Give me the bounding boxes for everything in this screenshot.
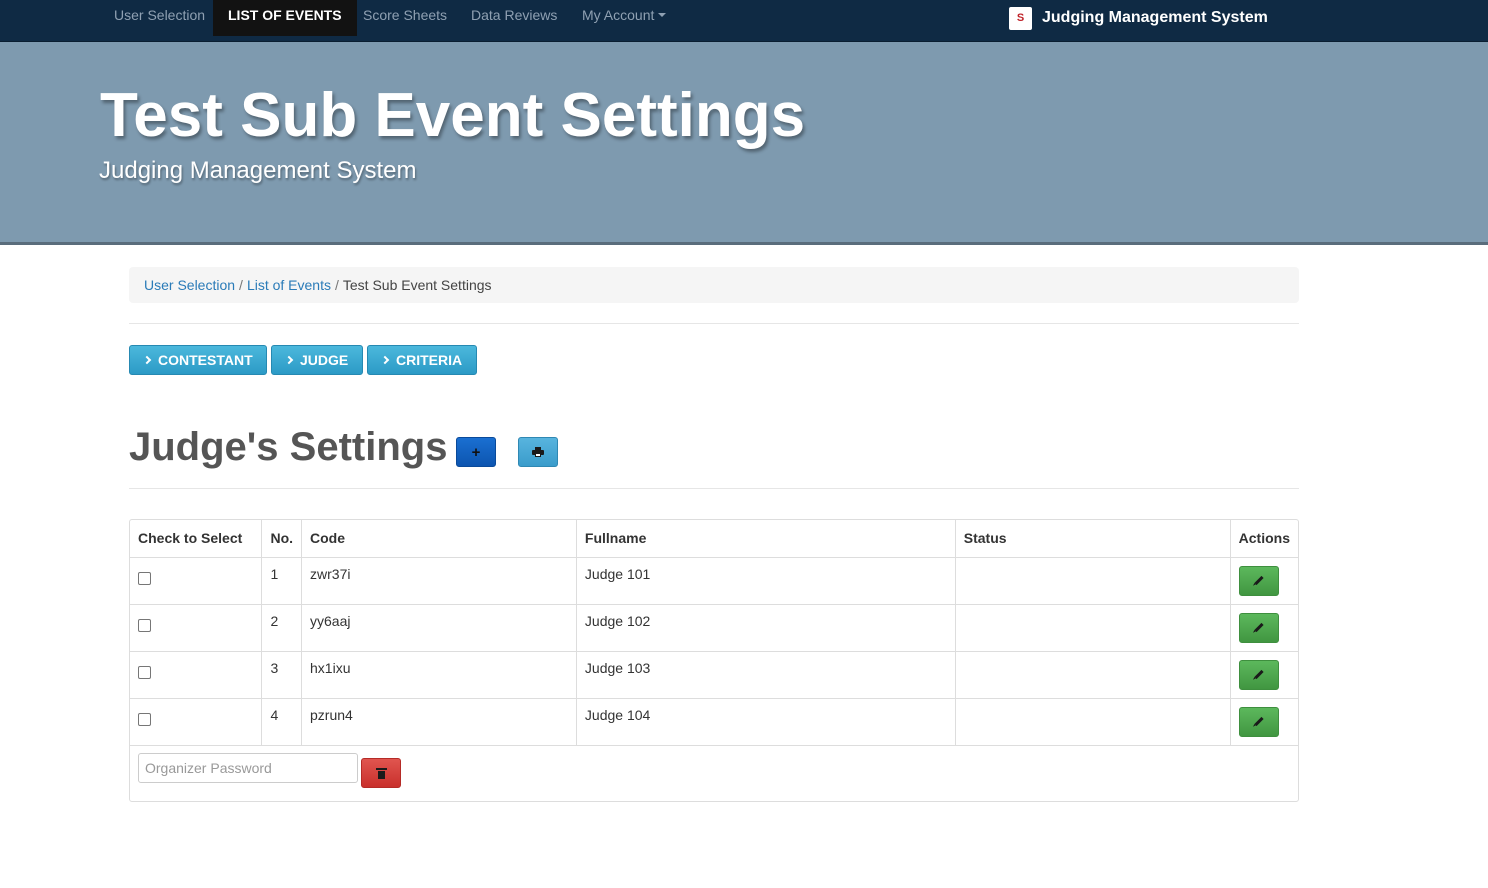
add-judge-button[interactable]: +: [456, 437, 496, 467]
edit-button[interactable]: [1238, 706, 1279, 737]
judges-table-panel: Check to Select No. Code Fullname Status…: [129, 519, 1299, 802]
header-code: Code: [301, 520, 577, 558]
cell-status: [955, 604, 1231, 652]
pencil-icon: [1254, 622, 1264, 633]
cell-status: [955, 651, 1231, 699]
delete-button[interactable]: [361, 758, 401, 788]
brand-name: Judging Management System: [1042, 9, 1268, 26]
cell-fullname: Judge 102: [576, 604, 956, 652]
edit-button[interactable]: [1238, 565, 1279, 596]
cell-fullname: Judge 104: [576, 698, 956, 746]
print-icon: [532, 447, 544, 457]
nav-user-selection[interactable]: User Selection: [99, 0, 220, 36]
contestant-button-label: CONTESTANT: [158, 352, 253, 368]
edit-button[interactable]: [1238, 612, 1279, 643]
divider: [129, 488, 1299, 489]
pencil-icon: [1254, 669, 1264, 680]
cell-code: hx1ixu: [301, 651, 577, 699]
print-button[interactable]: [518, 437, 558, 467]
plus-icon: +: [471, 443, 481, 461]
chevron-right-icon: [142, 355, 152, 365]
pencil-icon: [1254, 716, 1264, 727]
header-check: Check to Select: [130, 520, 263, 558]
cell-no: 1: [261, 557, 303, 605]
cell-fullname: Judge 101: [576, 557, 956, 605]
header-status: Status: [955, 520, 1231, 558]
judges-table: Check to Select No. Code Fullname Status…: [130, 520, 1298, 746]
nav-score-sheets[interactable]: Score Sheets: [348, 0, 462, 36]
trash-icon: [375, 767, 387, 779]
chevron-right-icon: [380, 355, 390, 365]
breadcrumb: User Selection / List of Events / Test Sub E…: [129, 267, 1299, 303]
edit-button[interactable]: [1238, 659, 1279, 690]
table-row: 3 hx1ixu Judge 103: [130, 651, 1298, 699]
nav-my-account[interactable]: My Account: [567, 0, 681, 36]
section-heading: Judge's Settings: [129, 425, 448, 469]
cell-code: yy6aaj: [301, 604, 577, 652]
cell-no: 4: [261, 698, 303, 746]
chevron-right-icon: [284, 355, 294, 365]
criteria-button[interactable]: CRITERIA: [367, 345, 477, 375]
table-row: 2 yy6aaj Judge 102: [130, 604, 1298, 652]
divider: [129, 323, 1299, 324]
header-no: No.: [261, 520, 303, 558]
cell-code: pzrun4: [301, 698, 577, 746]
criteria-button-label: CRITERIA: [396, 352, 463, 368]
pencil-icon: [1254, 575, 1264, 586]
caret-down-icon: [658, 13, 667, 18]
contestant-button[interactable]: CONTESTANT: [129, 345, 267, 375]
table-row: 4 pzrun4 Judge 104: [130, 698, 1298, 746]
table-header-row: Check to Select No. Code Fullname Status…: [130, 520, 1298, 558]
row-checkbox[interactable]: [138, 618, 151, 632]
cell-code: zwr37i: [301, 557, 577, 605]
brand-logo-icon: S: [1009, 6, 1032, 30]
breadcrumb-current: Test Sub Event Settings: [342, 277, 492, 293]
nav-list-of-events[interactable]: LIST OF EVENTS: [213, 0, 357, 36]
page-subtitle: Judging Management System: [99, 157, 417, 184]
cell-status: [955, 557, 1231, 605]
judge-button-label: JUDGE: [300, 352, 349, 368]
cell-status: [955, 698, 1231, 746]
top-navbar: User Selection LIST OF EVENTS Score Shee…: [0, 0, 1488, 42]
organizer-password-input[interactable]: [138, 753, 358, 783]
cell-no: 2: [261, 604, 303, 652]
page-title: Test Sub Event Settings: [100, 81, 806, 150]
header-fullname: Fullname: [576, 520, 956, 558]
judge-button[interactable]: JUDGE: [271, 345, 363, 375]
nav-data-reviews[interactable]: Data Reviews: [456, 0, 572, 36]
page-header: Test Sub Event Settings Judging Manageme…: [0, 42, 1488, 245]
row-checkbox[interactable]: [138, 571, 151, 585]
table-row: 1 zwr37i Judge 101: [130, 557, 1298, 605]
header-actions: Actions: [1230, 520, 1298, 558]
breadcrumb-list-of-events[interactable]: List of Events: [247, 277, 331, 293]
cell-no: 3: [261, 651, 303, 699]
cell-fullname: Judge 103: [576, 651, 956, 699]
row-checkbox[interactable]: [138, 712, 151, 726]
row-checkbox[interactable]: [138, 665, 151, 679]
brand[interactable]: S Judging Management System: [1009, 6, 1268, 30]
nav-my-account-label: My Account: [582, 7, 655, 23]
breadcrumb-user-selection[interactable]: User Selection: [144, 277, 235, 293]
